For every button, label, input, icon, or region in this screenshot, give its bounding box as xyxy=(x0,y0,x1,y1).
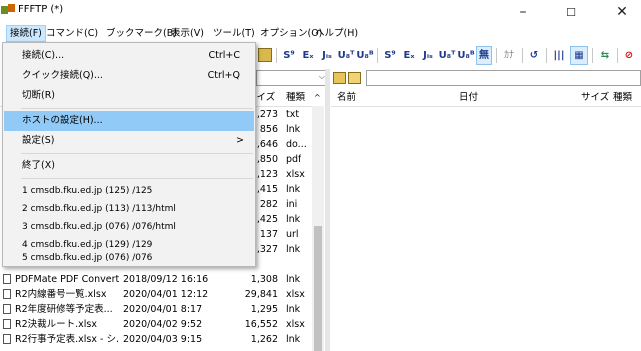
menu-item-recent-3[interactable]: 3 cmsdb.fku.ed.jp (076) /076/html xyxy=(4,217,254,237)
menu-item-settings[interactable]: 設定(S) > xyxy=(4,131,254,151)
close-button[interactable]: ✕ xyxy=(603,0,641,25)
file-icon xyxy=(3,334,11,344)
sort-up-icon: ^ xyxy=(314,93,321,102)
table-row[interactable]: R2決裁ルート.xlsx 2020/04/02 9:52 16,552 xlsx xyxy=(0,317,312,332)
stop-icon[interactable]: ⊘ xyxy=(620,46,638,65)
file-icon xyxy=(3,274,11,284)
title-bar: FFFTP (*) – ☐ ✕ xyxy=(0,0,641,25)
menu-separator xyxy=(21,178,253,179)
up-folder-icon[interactable] xyxy=(333,72,346,84)
app-icon xyxy=(1,4,15,14)
menu-item-host-settings[interactable]: ホストの設定(H)... xyxy=(4,111,254,131)
menu-separator xyxy=(21,153,253,154)
local-type-header[interactable]: 種類 xyxy=(286,90,305,106)
no-conversion-button[interactable]: 無 xyxy=(476,46,492,65)
remote-jis-button[interactable]: Jᵢₛ xyxy=(419,46,437,65)
remote-size-header[interactable]: サイズ xyxy=(581,90,609,106)
toolbar-separator xyxy=(276,48,277,63)
menu-item-disconnect[interactable]: 切断(R) xyxy=(4,86,254,106)
table-row[interactable]: PDFMate PDF Convert... 2018/09/12 16:16 … xyxy=(0,272,312,287)
remote-path-combo[interactable] xyxy=(366,70,641,86)
menu-help[interactable]: ヘルプ(H) xyxy=(312,25,361,42)
menu-item-recent-5[interactable]: 5 cmsdb.fku.ed.jp (076) /076 xyxy=(4,252,254,266)
euc-button[interactable]: Eₓ xyxy=(299,46,317,65)
menu-item-quick-connect[interactable]: クイック接続(Q)... Ctrl+Q xyxy=(4,66,254,86)
remote-list-header: 名前 日付 サイズ 種類 xyxy=(331,90,641,107)
minimize-button[interactable]: – xyxy=(504,0,542,25)
kana-button[interactable]: ｶﾅ xyxy=(500,46,518,65)
menu-separator xyxy=(21,108,253,109)
menu-view[interactable]: 表示(V) xyxy=(168,25,207,42)
utf8bom-button[interactable]: U₈ᴮ xyxy=(356,46,374,65)
maximize-button[interactable]: ☐ xyxy=(552,0,590,25)
pane-splitter[interactable] xyxy=(325,69,330,351)
sync-icon[interactable]: ⇆ xyxy=(596,46,614,65)
local-scrollbar-thumb[interactable] xyxy=(314,226,322,351)
window-title: FFFTP (*) xyxy=(18,4,64,15)
list-view-icon[interactable]: ||| xyxy=(550,46,568,65)
toolbar-separator xyxy=(377,48,378,63)
remote-sjis-button[interactable]: S⁹ xyxy=(381,46,399,65)
refresh-icon[interactable]: ↺ xyxy=(526,46,542,65)
menu-connect[interactable]: 接続(F) xyxy=(6,25,46,42)
toolbar-separator xyxy=(592,48,593,63)
toolbar-separator xyxy=(496,48,497,63)
menu-bar: 接続(F) コマンド(C) ブックマーク(B) 表示(V) ツール(T) オプシ… xyxy=(0,25,641,42)
local-path-combo[interactable]: ⌵ xyxy=(256,70,328,86)
menu-tools[interactable]: ツール(T) xyxy=(210,25,258,42)
menu-item-recent-2[interactable]: 2 cmsdb.fku.ed.jp (113) /113/html xyxy=(4,199,254,219)
folder-icon[interactable] xyxy=(258,48,272,62)
open-folder-icon[interactable] xyxy=(348,72,361,84)
sjis-button[interactable]: S⁹ xyxy=(280,46,298,65)
table-row[interactable]: R2年度研修等予定表... 2020/04/01 8:17 1,295 lnk xyxy=(0,302,312,317)
jis-button[interactable]: Jᵢₛ xyxy=(318,46,336,65)
remote-utf8-button[interactable]: U₈ᵀ xyxy=(438,46,456,65)
connect-menu-dropdown: 接続(C)... Ctrl+C クイック接続(Q)... Ctrl+Q 切断(R… xyxy=(2,42,256,267)
remote-type-header[interactable]: 種類 xyxy=(613,90,632,106)
file-icon xyxy=(3,319,11,329)
remote-utf8bom-button[interactable]: U₈ᴮ xyxy=(457,46,475,65)
toolbar-separator xyxy=(522,48,523,63)
menu-command[interactable]: コマンド(C) xyxy=(43,25,101,42)
detail-view-icon[interactable]: ▦ xyxy=(570,46,588,65)
table-row[interactable]: R2行事予定表.xlsx - シ... 2020/04/03 9:15 1,26… xyxy=(0,332,312,347)
remote-name-header[interactable]: 名前 xyxy=(337,90,356,106)
table-row[interactable]: R2内線番号一覧.xlsx 2020/04/01 12:12 29,841 xl… xyxy=(0,287,312,302)
menu-item-connect[interactable]: 接続(C)... Ctrl+C xyxy=(4,46,254,66)
remote-file-list[interactable] xyxy=(331,107,641,351)
toolbar-separator xyxy=(617,48,618,63)
menu-item-exit[interactable]: 終了(X) xyxy=(4,156,254,176)
chevron-right-icon: > xyxy=(236,135,244,146)
file-icon xyxy=(3,304,11,314)
remote-date-header[interactable]: 日付 xyxy=(459,90,478,106)
file-icon xyxy=(3,289,11,299)
menu-item-recent-1[interactable]: 1 cmsdb.fku.ed.jp (125) /125 xyxy=(4,181,254,201)
toolbar-separator xyxy=(546,48,547,63)
utf8-button[interactable]: U₈ᵀ xyxy=(337,46,355,65)
remote-euc-button[interactable]: Eₓ xyxy=(400,46,418,65)
